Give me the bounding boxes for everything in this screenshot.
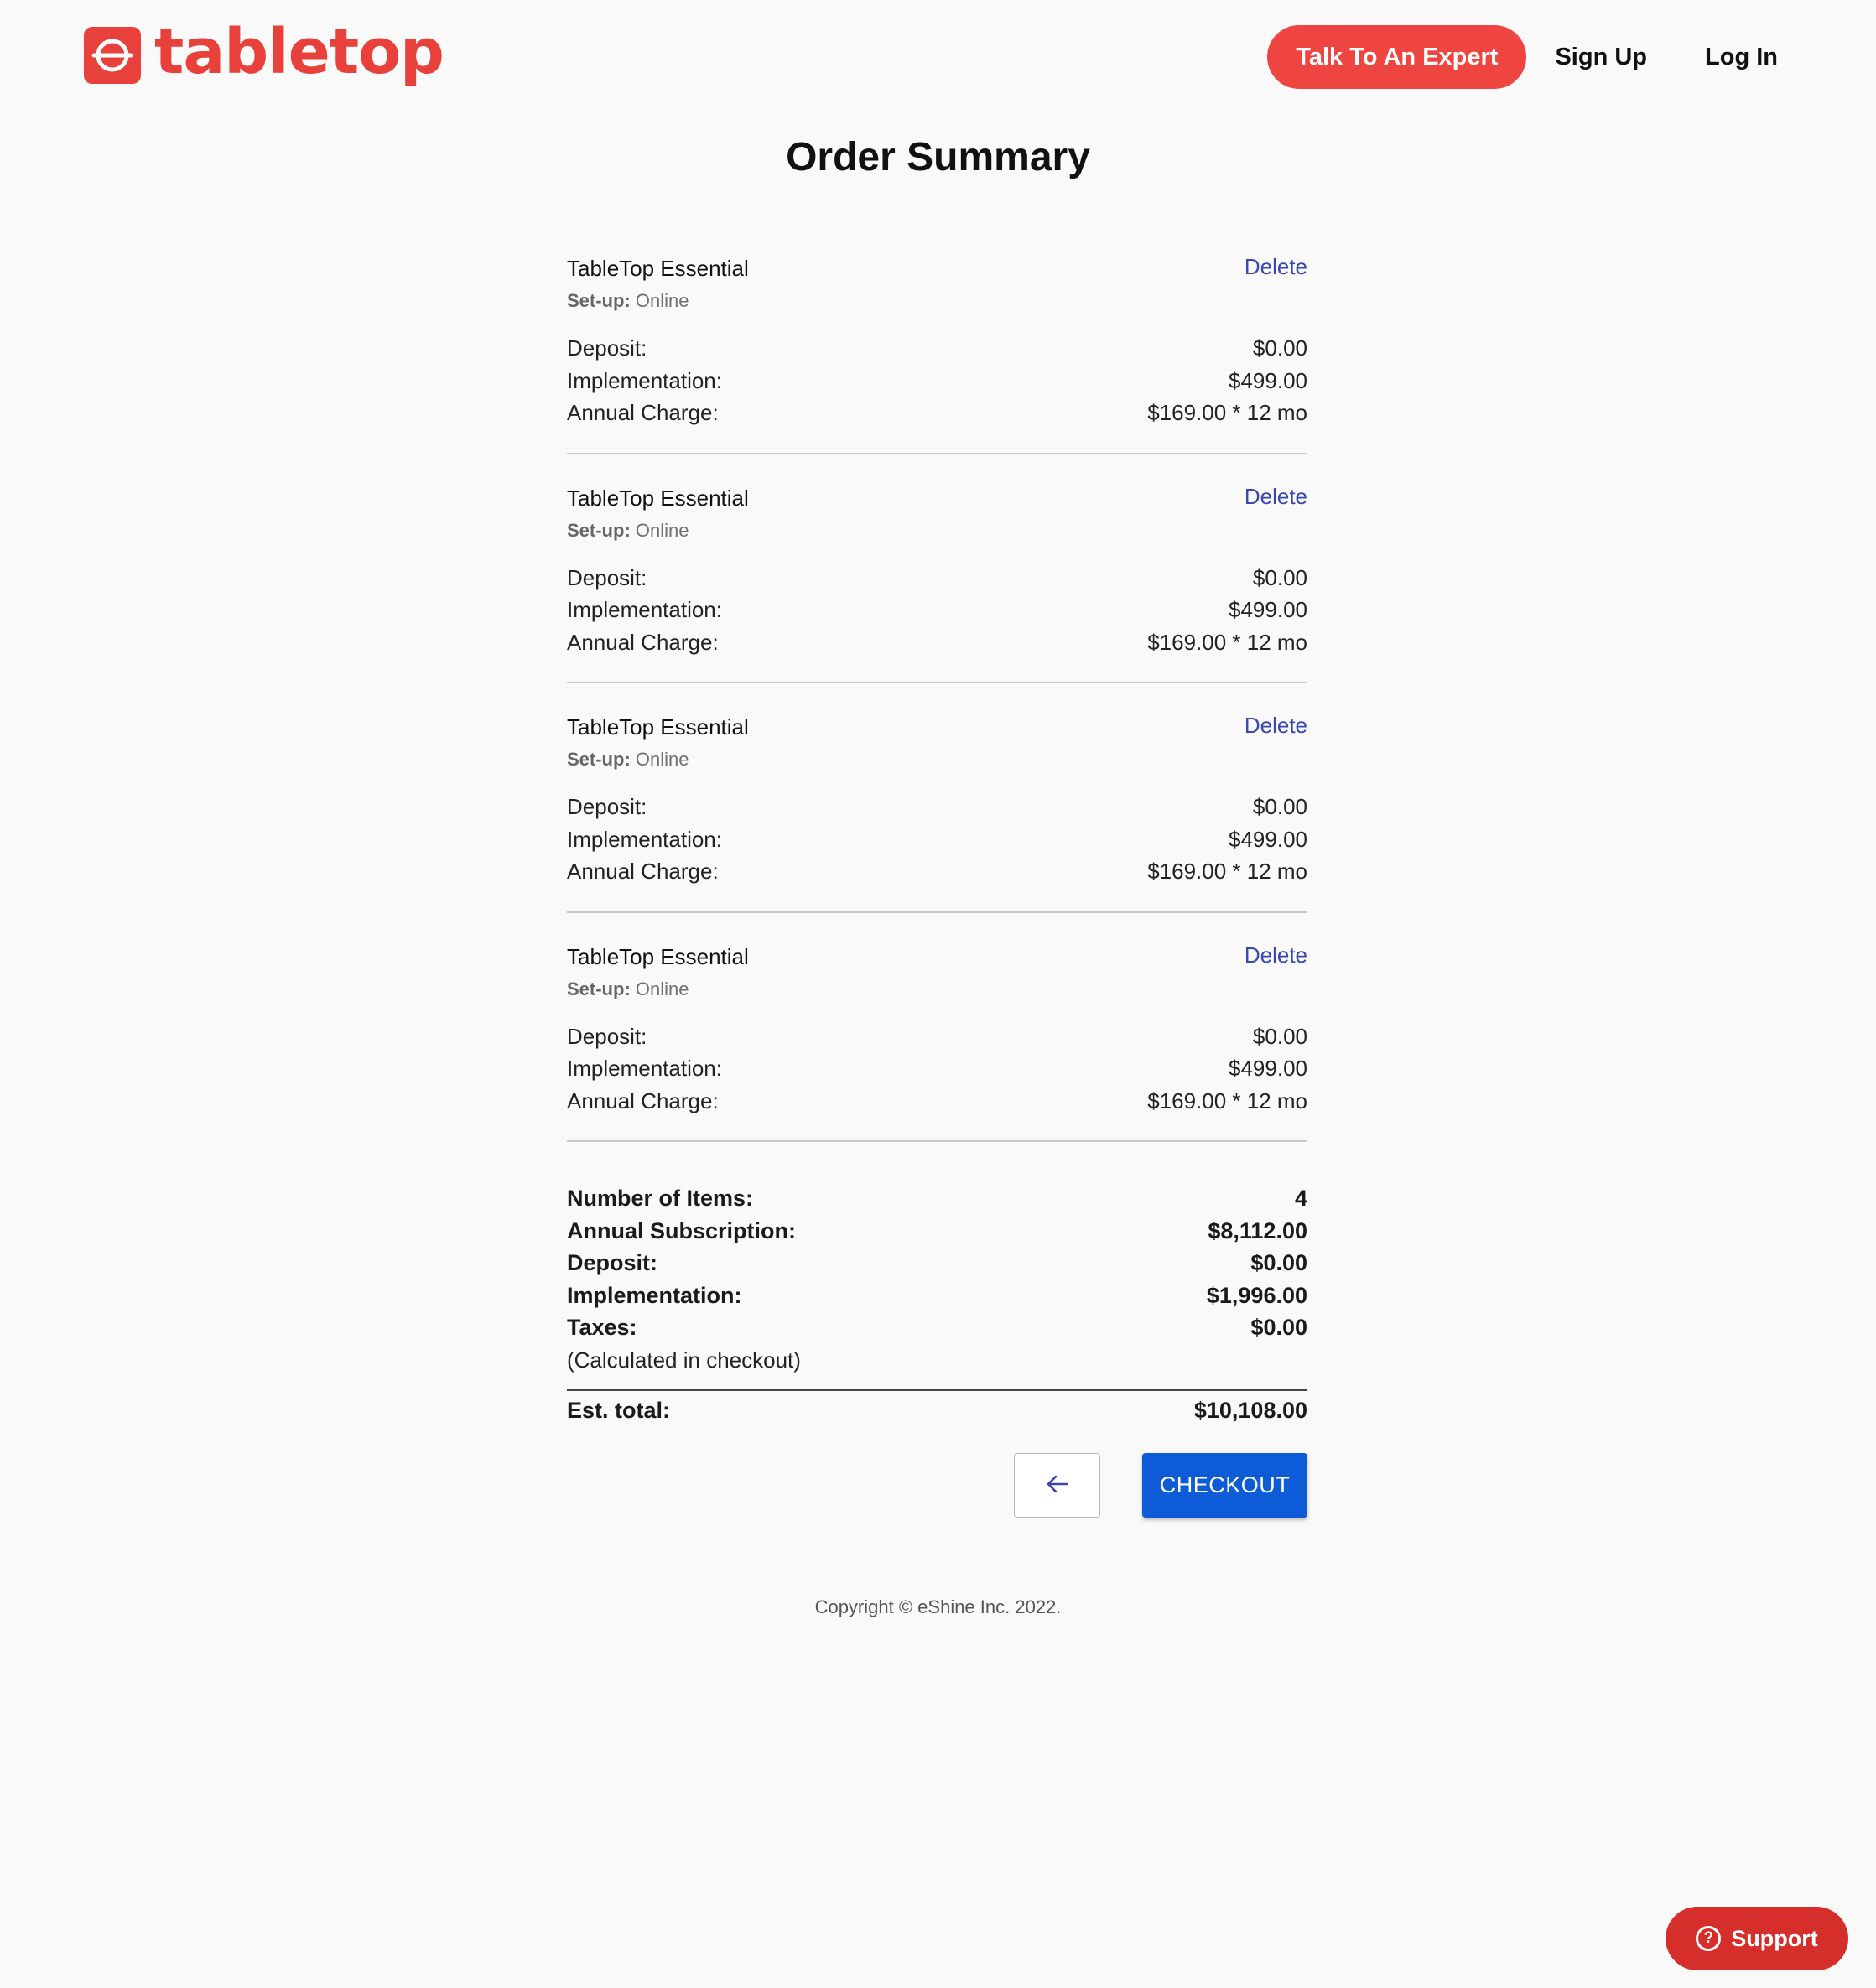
taxes-value: $0.00: [1250, 1315, 1307, 1340]
setup-label: Set-up:: [567, 978, 631, 999]
setup-value: Online: [635, 749, 689, 770]
taxes-note: (Calculated in checkout): [567, 1347, 801, 1373]
estimated-total-row: Est. total: $10,108.00: [567, 1389, 1307, 1426]
implementation-value: $499.00: [1229, 367, 1307, 393]
total-deposit-value: $0.00: [1250, 1250, 1307, 1275]
copyright-text: Copyright © eShine Inc. 2022.: [814, 1596, 1062, 1617]
item-setup: Set-up: Online: [567, 977, 1307, 1002]
total-implementation-label: Implementation:: [567, 1282, 742, 1308]
total-deposit-label: Deposit:: [567, 1250, 657, 1275]
annual-charge-label: Annual Charge:: [567, 859, 719, 884]
total-implementation-row: Implementation: $1,996.00: [567, 1279, 1307, 1312]
item-name: TableTop Essential: [567, 256, 749, 281]
deposit-row: Deposit: $0.00: [567, 332, 1307, 365]
implementation-label: Implementation:: [567, 597, 722, 622]
deposit-label: Deposit:: [567, 564, 647, 590]
logo-text: tabletop: [154, 16, 444, 88]
implementation-row: Implementation: $499.00: [567, 365, 1307, 397]
order-item: TableTop Essential Delete Set-up: Online…: [567, 705, 1307, 913]
deposit-label: Deposit:: [567, 335, 647, 361]
annual-subscription-row: Annual Subscription: $8,112.00: [567, 1215, 1307, 1248]
item-name: TableTop Essential: [567, 943, 749, 969]
annual-charge-row: Annual Charge: $169.00 * 12 mo: [567, 626, 1307, 659]
deposit-row: Deposit: $0.00: [567, 1020, 1307, 1053]
page-title: Order Summary: [786, 135, 1090, 179]
order-item: TableTop Essential Delete Set-up: Online…: [567, 935, 1307, 1142]
log-in-link[interactable]: Log In: [1705, 44, 1778, 71]
back-button[interactable]: [1014, 1453, 1100, 1518]
delete-item-link[interactable]: Delete: [1245, 942, 1307, 968]
support-label: Support: [1731, 1925, 1818, 1951]
tabletop-logo-icon: [84, 27, 141, 84]
deposit-label: Deposit:: [567, 1023, 647, 1049]
help-circle-icon: ?: [1696, 1926, 1722, 1951]
implementation-label: Implementation:: [567, 367, 722, 393]
setup-label: Set-up:: [567, 519, 631, 541]
talk-to-expert-button[interactable]: Talk To An Expert: [1267, 25, 1527, 89]
item-setup: Set-up: Online: [567, 518, 1307, 543]
annual-subscription-label: Annual Subscription:: [567, 1217, 796, 1243]
setup-value: Online: [635, 519, 689, 541]
sign-up-link[interactable]: Sign Up: [1555, 44, 1647, 71]
order-totals: Number of Items: 4 Annual Subscription: …: [567, 1182, 1307, 1426]
item-name: TableTop Essential: [567, 714, 749, 740]
setup-value: Online: [635, 978, 689, 999]
annual-charge-label: Annual Charge:: [567, 629, 719, 655]
item-name: TableTop Essential: [567, 485, 749, 511]
setup-value: Online: [635, 290, 689, 311]
item-setup: Set-up: Online: [567, 747, 1307, 772]
implementation-label: Implementation:: [567, 1056, 722, 1081]
taxes-label: Taxes:: [567, 1315, 637, 1340]
annual-subscription-value: $8,112.00: [1208, 1217, 1307, 1243]
implementation-row: Implementation: $499.00: [567, 823, 1307, 856]
number-of-items-value: 4: [1294, 1186, 1307, 1211]
annual-charge-value: $169.00 * 12 mo: [1147, 400, 1307, 425]
arrow-left-icon: [1044, 1471, 1071, 1500]
deposit-value: $0.00: [1252, 1023, 1307, 1049]
implementation-value: $499.00: [1229, 826, 1307, 852]
estimated-total-label: Est. total:: [567, 1398, 671, 1423]
annual-charge-label: Annual Charge:: [567, 1087, 719, 1113]
estimated-total-value: $10,108.00: [1193, 1398, 1307, 1423]
taxes-row: Taxes: $0.00: [567, 1311, 1307, 1344]
order-summary: TableTop Essential Delete Set-up: Online…: [567, 247, 1307, 1518]
annual-charge-value: $169.00 * 12 mo: [1147, 859, 1307, 884]
deposit-value: $0.00: [1252, 794, 1307, 819]
order-item: TableTop Essential Delete Set-up: Online…: [567, 476, 1307, 683]
total-deposit-row: Deposit: $0.00: [567, 1247, 1307, 1279]
deposit-row: Deposit: $0.00: [567, 791, 1307, 823]
setup-label: Set-up:: [567, 749, 631, 770]
deposit-value: $0.00: [1252, 335, 1307, 361]
setup-label: Set-up:: [567, 290, 631, 311]
order-item: TableTop Essential Delete Set-up: Online…: [567, 247, 1307, 454]
annual-charge-row: Annual Charge: $169.00 * 12 mo: [567, 855, 1307, 888]
implementation-value: $499.00: [1229, 597, 1307, 622]
implementation-label: Implementation:: [567, 826, 722, 852]
order-actions: CHECKOUT: [567, 1453, 1307, 1518]
implementation-value: $499.00: [1229, 1056, 1307, 1081]
deposit-label: Deposit:: [567, 794, 647, 819]
deposit-row: Deposit: $0.00: [567, 562, 1307, 594]
annual-charge-label: Annual Charge:: [567, 400, 719, 425]
top-nav: Talk To An Expert Sign Up Log In: [1267, 25, 1778, 89]
deposit-value: $0.00: [1252, 564, 1307, 590]
annual-charge-row: Annual Charge: $169.00 * 12 mo: [567, 1085, 1307, 1118]
tabletop-logo[interactable]: tabletop: [84, 21, 444, 84]
support-button[interactable]: ? Support: [1666, 1907, 1848, 1970]
annual-charge-value: $169.00 * 12 mo: [1147, 1087, 1307, 1113]
delete-item-link[interactable]: Delete: [1245, 253, 1307, 280]
implementation-row: Implementation: $499.00: [567, 594, 1307, 626]
total-implementation-value: $1,996.00: [1206, 1282, 1307, 1308]
number-of-items-label: Number of Items:: [567, 1186, 754, 1211]
delete-item-link[interactable]: Delete: [1245, 712, 1307, 739]
number-of-items-row: Number of Items: 4: [567, 1182, 1307, 1215]
annual-charge-value: $169.00 * 12 mo: [1147, 629, 1307, 655]
annual-charge-row: Annual Charge: $169.00 * 12 mo: [567, 397, 1307, 429]
checkout-button[interactable]: CHECKOUT: [1142, 1453, 1307, 1518]
delete-item-link[interactable]: Delete: [1245, 483, 1307, 510]
item-setup: Set-up: Online: [567, 288, 1307, 314]
implementation-row: Implementation: $499.00: [567, 1052, 1307, 1085]
